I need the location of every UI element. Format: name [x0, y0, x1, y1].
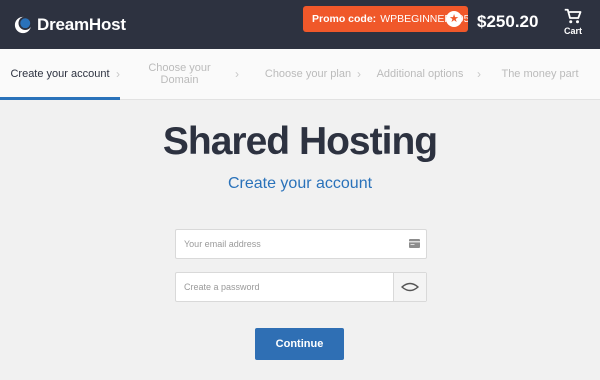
card-icon — [409, 239, 420, 248]
continue-button[interactable]: Continue — [255, 328, 344, 360]
eye-icon — [401, 282, 419, 292]
dreamhost-logo[interactable]: DreamHost — [14, 12, 126, 38]
cart-label: Cart — [563, 26, 582, 36]
top-header: DreamHost Promo code: WPBEGINNER695 ★ $2… — [0, 0, 600, 49]
logo-text: DreamHost — [37, 15, 126, 34]
chevron-right-icon: › — [116, 67, 120, 81]
email-field[interactable] — [176, 230, 384, 258]
cart-button[interactable]: Cart — [560, 8, 586, 36]
star-icon[interactable]: ★ — [446, 11, 462, 27]
step-choose-plan[interactable]: Choose your plan — [252, 49, 364, 99]
cart-icon — [564, 8, 582, 24]
show-password-button[interactable] — [393, 273, 426, 301]
step-money-part[interactable]: The money part — [492, 49, 588, 99]
promo-code-badge[interactable]: Promo code: WPBEGINNER695 ★ — [303, 6, 468, 32]
dreamhost-logo-icon — [14, 16, 32, 34]
step-create-account[interactable]: Create your account — [10, 49, 110, 99]
chevron-right-icon: › — [235, 67, 239, 81]
promo-label: Promo code: — [312, 13, 377, 25]
password-field-wrapper — [175, 272, 427, 302]
step-choose-domain[interactable]: Choose your Domain — [132, 49, 227, 99]
email-field-wrapper — [175, 229, 427, 259]
cart-total: $250.20 — [477, 12, 539, 31]
password-field[interactable] — [176, 273, 384, 301]
page-title: Shared Hosting — [162, 120, 438, 163]
chevron-right-icon: › — [357, 67, 361, 81]
page-subtitle: Create your account — [227, 175, 373, 192]
checkout-steps: Create your account › Choose your Domain… — [0, 49, 600, 100]
chevron-right-icon: › — [477, 67, 481, 81]
active-step-indicator — [0, 97, 120, 100]
step-additional-options[interactable]: Additional options — [370, 49, 470, 99]
